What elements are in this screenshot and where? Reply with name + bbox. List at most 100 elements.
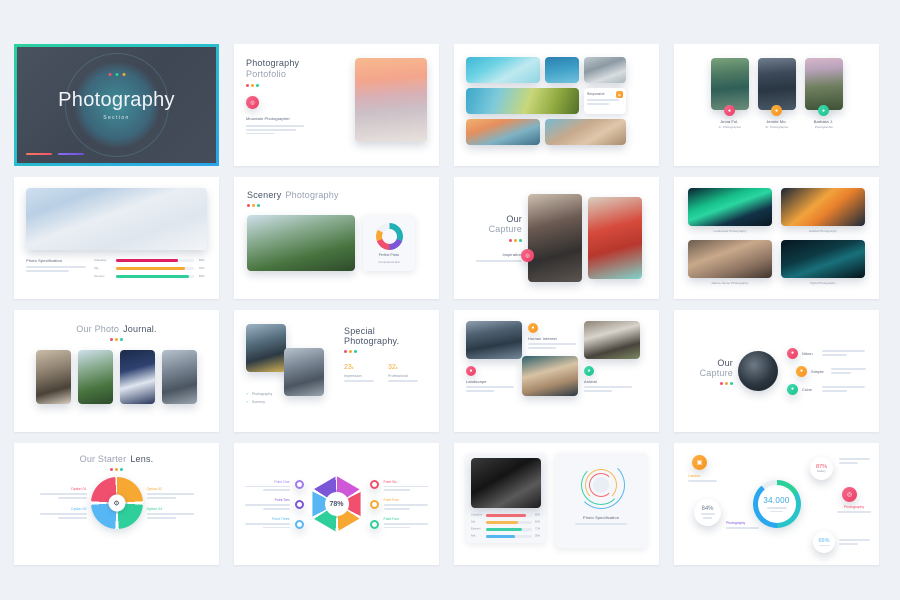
bar-value: 72% [534, 527, 541, 531]
stat-value: 23 [344, 364, 352, 371]
bar-label: Element [471, 527, 481, 531]
stat-label: Professional [388, 374, 408, 378]
gallery-caption: Landscape Photography [713, 229, 747, 233]
slide-thumbnail-2[interactable]: Photography Portofolio ◎ Mountain Photog… [234, 44, 439, 166]
center-ring: 34.000 [752, 480, 801, 528]
point-label: Point Two [274, 498, 290, 503]
gallery-caption: Night Photography [810, 281, 836, 285]
gallery-photo [781, 240, 865, 278]
slide-thumbnail-14[interactable]: Point One Point Two Point Three 78% Poin… [234, 443, 439, 565]
hero-section-slide[interactable]: Photography Section [17, 47, 216, 163]
user-icon: ● [724, 105, 735, 116]
team-member[interactable]: ● Anna Ful. Jr. Photographer [710, 58, 749, 129]
bullet-item: ● Cube [787, 383, 868, 395]
slide-thumbnail-4[interactable]: ● Anna Ful. Jr. Photographer ● Jennie Mo… [674, 44, 879, 166]
bullet-label: Nikon [802, 350, 813, 356]
bullet-item: ● Simple [796, 365, 868, 377]
slide-thumbnail-10[interactable]: ✓ Photography ✓ Scenery Special Photograph… [234, 310, 439, 432]
gallery-item[interactable]: Landscape Photography [688, 188, 772, 233]
slide6-photo [247, 215, 355, 271]
gallery-item[interactable]: Habitat Photography [781, 188, 865, 233]
footer-accent-bars [26, 152, 84, 155]
slide-thumbnail-9[interactable]: Our Photo Journal. [14, 310, 219, 432]
slide2-caption: Mountain Photographer [246, 116, 290, 121]
kpi-value: 84% [701, 506, 714, 513]
team-member[interactable]: ● Jennie Mo. Sr. Photographer [757, 58, 796, 129]
mountain-icon: ● [466, 366, 476, 376]
bullet-label: Cube [802, 386, 812, 392]
star-icon: ● [796, 365, 807, 377]
ring-title: Photo Specification [582, 515, 620, 520]
point-marker [369, 519, 379, 529]
page-title: Photography [58, 89, 175, 111]
slide3-photo-2 [545, 57, 579, 83]
slide7-photo-2 [588, 197, 642, 279]
slide13-title-light: Our Starter [79, 454, 127, 464]
bar-label: Sky [471, 520, 476, 524]
point-label: Point One [274, 479, 290, 484]
aperture-icon: ◎ [842, 487, 857, 502]
stat-item: 23k Impression [344, 364, 374, 382]
cycle-diagram: ⚙ [90, 477, 143, 529]
slide-thumbnail-15[interactable]: Character 80% Sky 65% Element 72% Ads 58… [454, 443, 659, 565]
bar-label: Ads [471, 534, 476, 538]
camera-icon: ● [787, 347, 798, 359]
gallery-item[interactable]: Night Photography [781, 240, 865, 285]
slide9-title-bold: Journal. [123, 324, 157, 334]
kpi-bubble: 87% Gallery [810, 457, 833, 480]
slide15-photo [471, 458, 541, 508]
option-label: Option 03 [70, 507, 87, 511]
team-member[interactable]: ● Barbara J. Photographer [804, 58, 843, 129]
journal-photo [162, 350, 197, 404]
slide9-title-light: Our Photo [76, 324, 120, 334]
point-marker [369, 479, 379, 489]
slide12-photo [738, 351, 778, 391]
point-label: Point Six [383, 479, 397, 484]
bar-label: Scenery [94, 274, 105, 278]
bar-label: Character [94, 258, 107, 262]
donut-sub: Consectetur Elit [378, 259, 400, 264]
slide-thumbnail-3[interactable]: Responsive ▤ [454, 44, 659, 166]
slide-thumbnail-5[interactable]: Photo Specification Character 80% Sky 70… [14, 177, 219, 299]
kpi-bubble: 65% [813, 531, 835, 553]
option-item: Option 03 [37, 507, 87, 519]
accent-dots [108, 73, 125, 76]
option-label: Option 04 [146, 507, 163, 511]
slide-thumbnail-1[interactable]: Photography Section [14, 44, 219, 166]
point-item: Point Five [383, 498, 431, 510]
bullet-item: ● Nikon [787, 347, 868, 359]
slide-thumbnail-8[interactable]: Landscape Photography Habitat Photograph… [674, 177, 879, 299]
member-name: Anna Ful. [720, 119, 739, 124]
slide-thumbnail-16[interactable]: ▣ Camera 84% Photography 34.000 87% Gall… [674, 443, 879, 565]
member-photo [757, 58, 796, 110]
slide13-title-bold: Lens. [130, 454, 154, 464]
kpi-label: Photography [843, 505, 865, 509]
slide-thumbnail-7[interactable]: Our Capture Inspiration ◎ [454, 177, 659, 299]
member-photo [804, 58, 843, 110]
slide-thumbnail-11[interactable]: ● Human Interest ● Landscape ● Animal [454, 310, 659, 432]
slide10-title-line2: Photography. [344, 336, 400, 346]
point-marker [294, 499, 304, 509]
slide-thumbnail-6[interactable]: Scenery Photography Perfect Photo Consec… [234, 177, 439, 299]
point-label: Point Five [383, 498, 399, 503]
check-label: Photography [251, 392, 273, 396]
slide-grid: Photography Section Photography Portofol… [0, 0, 900, 565]
camera-icon: ◎ [246, 96, 259, 109]
option-item: Option 04 [146, 507, 197, 519]
slide-thumbnail-13[interactable]: Our Starter Lens. Option 01 Option 03 ⚙ … [14, 443, 219, 565]
gallery-item[interactable]: Nature Sense Photography [688, 240, 772, 285]
layers-icon: ▤ [616, 91, 623, 98]
slide3-photo-6 [545, 119, 626, 145]
slide11-photo-1 [466, 321, 522, 359]
center-value: 34.000 [763, 495, 790, 505]
bar-label: Character [471, 513, 483, 517]
category-item: ● Landscape [466, 366, 516, 392]
stat-suffix: k [395, 365, 398, 370]
member-name: Jennie Mo. [766, 119, 787, 124]
slide-thumbnail-12[interactable]: Our Capture ● Nikon ● Simple ● Cube [674, 310, 879, 432]
journal-photo [36, 350, 71, 404]
point-item: Point One [243, 480, 290, 492]
slide5-heading: Photo Specification [26, 258, 63, 263]
donut-label: Perfect Photo [378, 252, 400, 257]
slide7-caption: Inspiration [502, 252, 522, 258]
